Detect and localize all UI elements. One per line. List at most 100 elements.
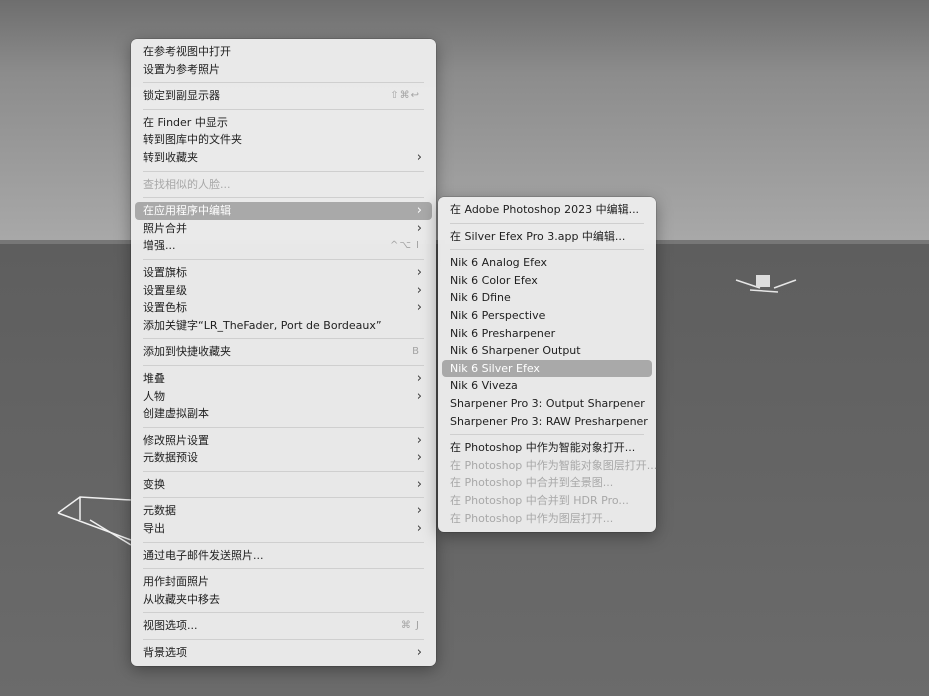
menu-item-4-2[interactable]: 增强... ^⌥ I xyxy=(135,237,432,255)
menu-item-label: 照片合并 xyxy=(143,221,187,235)
shortcut-hint: ⌘ J xyxy=(400,620,420,632)
submenu-item-2-0[interactable]: Nik 6 Analog Efex xyxy=(442,254,652,272)
submenu-item-label: 在 Silver Efex Pro 3.app 中编辑... xyxy=(450,229,626,243)
submenu-item-3-1: 在 Photoshop 中作为智能对象图层打开... xyxy=(442,457,657,475)
menu-item-label: 导出 xyxy=(143,522,165,536)
submenu-item-1-0[interactable]: 在 Silver Efex Pro 3.app 中编辑... xyxy=(442,228,652,246)
menu-item-10-1[interactable]: 导出 › xyxy=(135,520,432,538)
submenu-item-label: Nik 6 Perspective xyxy=(450,308,546,322)
chevron-right-icon: › xyxy=(416,388,422,404)
menu-item-label: 通过电子邮件发送照片... xyxy=(143,548,264,562)
menu-item-4-0[interactable]: 在应用程序中编辑 › xyxy=(135,202,432,220)
submenu-item-2-8[interactable]: Sharpener Pro 3: Output Sharpener xyxy=(442,395,652,413)
submenu-item-label: Nik 6 Dfine xyxy=(450,291,511,305)
menu-item-label: 增强... xyxy=(143,239,176,253)
menu-item-5-3[interactable]: 添加关键字“LR_TheFader, Port de Bordeaux” xyxy=(135,317,432,335)
menu-item-label: 锁定到副显示器 xyxy=(143,89,220,103)
menu-separator xyxy=(143,170,424,172)
menu-item-14-0[interactable]: 背景选项 › xyxy=(135,644,432,662)
submenu-item-label: Nik 6 Color Efex xyxy=(450,273,538,287)
menu-item-7-0[interactable]: 堆叠 › xyxy=(135,370,432,388)
submenu-item-2-1[interactable]: Nik 6 Color Efex xyxy=(442,272,652,290)
chevron-right-icon: › xyxy=(416,300,422,316)
menu-item-5-0[interactable]: 设置旗标 › xyxy=(135,264,432,282)
menu-item-2-0[interactable]: 在 Finder 中显示 xyxy=(135,114,432,132)
menu-item-label: 在参考视图中打开 xyxy=(143,45,231,58)
submenu-item-label: Nik 6 Viveza xyxy=(450,379,518,393)
menu-item-10-0[interactable]: 元数据 › xyxy=(135,502,432,520)
submenu-item-label: Nik 6 Silver Efex xyxy=(450,361,540,375)
chevron-right-icon: › xyxy=(416,149,422,165)
submenu-item-label: 在 Photoshop 中合并到全景图... xyxy=(450,476,614,490)
menu-item-label: 设置色标 xyxy=(143,301,187,315)
menu-separator xyxy=(143,426,424,428)
menu-separator xyxy=(143,612,424,614)
submenu-item-label: Nik 6 Presharpener xyxy=(450,326,556,340)
menu-item-label: 设置为参考照片 xyxy=(143,62,220,76)
menu-item-7-2[interactable]: 创建虚拟副本 xyxy=(135,405,432,423)
menu-item-label: 背景选项 xyxy=(143,646,187,660)
submenu-item-2-5[interactable]: Nik 6 Sharpener Output xyxy=(442,342,652,360)
submenu-item-2-2[interactable]: Nik 6 Dfine xyxy=(442,289,652,307)
submenu-item-2-3[interactable]: Nik 6 Perspective xyxy=(442,307,652,325)
menu-item-13-0[interactable]: 视图选项... ⌘ J xyxy=(135,617,432,635)
submenu-item-label: 在 Photoshop 中合并到 HDR Pro... xyxy=(450,493,629,507)
shortcut-hint: ^⌥ I xyxy=(389,240,420,252)
submenu-item-label: 在 Adobe Photoshop 2023 中编辑... xyxy=(450,203,640,216)
menu-item-8-0[interactable]: 修改照片设置 › xyxy=(135,432,432,450)
shortcut-hint: ⇧⌘↩ xyxy=(390,90,420,102)
menu-item-label: 变换 xyxy=(143,477,165,491)
submenu-item-2-4[interactable]: Nik 6 Presharpener xyxy=(442,325,652,343)
menu-item-label: 在应用程序中编辑 xyxy=(143,204,231,218)
menu-item-0-0[interactable]: 在参考视图中打开 xyxy=(135,43,432,61)
menu-item-6-0[interactable]: 添加到快捷收藏夹 B xyxy=(135,343,432,361)
menu-item-2-2[interactable]: 转到收藏夹 › xyxy=(135,149,432,167)
shortcut-hint: B xyxy=(412,346,420,358)
submenu-item-label: 在 Photoshop 中作为图层打开... xyxy=(450,511,614,525)
menu-item-8-1[interactable]: 元数据预设 › xyxy=(135,449,432,467)
chevron-right-icon: › xyxy=(416,450,422,466)
chevron-right-icon: › xyxy=(416,370,422,386)
chevron-right-icon: › xyxy=(416,264,422,280)
menu-item-label: 视图选项... xyxy=(143,619,198,633)
menu-separator xyxy=(143,639,424,641)
menu-separator xyxy=(143,197,424,199)
menu-separator xyxy=(143,258,424,260)
menu-item-label: 设置旗标 xyxy=(143,265,187,279)
menu-item-label: 添加关键字“LR_TheFader, Port de Bordeaux” xyxy=(143,318,382,332)
menu-item-label: 元数据 xyxy=(143,504,176,518)
menu-item-label: 添加到快捷收藏夹 xyxy=(143,345,231,359)
chevron-right-icon: › xyxy=(416,432,422,448)
submenu-item-3-0[interactable]: 在 Photoshop 中作为智能对象打开... xyxy=(442,439,652,457)
submenu-item-2-9[interactable]: Sharpener Pro 3: RAW Presharpener xyxy=(442,413,652,431)
menu-item-7-1[interactable]: 人物 › xyxy=(135,388,432,406)
menu-item-label: 修改照片设置 xyxy=(143,433,209,447)
menu-item-12-0[interactable]: 用作封面照片 xyxy=(135,573,432,591)
edit-in-submenu: 在 Adobe Photoshop 2023 中编辑... 在 Silver Ef… xyxy=(438,197,657,532)
menu-item-5-2[interactable]: 设置色标 › xyxy=(135,299,432,317)
menu-item-2-1[interactable]: 转到图库中的文件夹 xyxy=(135,131,432,149)
menu-item-12-1[interactable]: 从收藏夹中移去 xyxy=(135,591,432,609)
menu-item-11-0[interactable]: 通过电子邮件发送照片... xyxy=(135,547,432,565)
submenu-item-3-3: 在 Photoshop 中合并到 HDR Pro... xyxy=(442,492,652,510)
menu-item-label: 设置星级 xyxy=(143,283,187,297)
menu-item-9-0[interactable]: 变换 › xyxy=(135,476,432,494)
menu-item-0-1[interactable]: 设置为参考照片 xyxy=(135,61,432,79)
chevron-right-icon: › xyxy=(416,203,422,219)
submenu-item-3-4: 在 Photoshop 中作为图层打开... xyxy=(442,510,652,528)
submenu-separator xyxy=(450,249,644,251)
menu-item-4-1[interactable]: 照片合并 › xyxy=(135,220,432,238)
submenu-item-label: Sharpener Pro 3: Output Sharpener xyxy=(450,396,645,410)
menu-item-5-1[interactable]: 设置星级 › xyxy=(135,282,432,300)
menu-item-label: 用作封面照片 xyxy=(143,575,209,589)
submenu-item-2-6[interactable]: Nik 6 Silver Efex xyxy=(442,359,652,378)
submenu-item-label: Nik 6 Analog Efex xyxy=(450,256,548,270)
menu-item-1-0[interactable]: 锁定到副显示器 ⇧⌘↩ xyxy=(135,87,432,105)
submenu-separator xyxy=(450,222,644,224)
submenu-item-0-0[interactable]: 在 Adobe Photoshop 2023 中编辑... xyxy=(442,201,652,219)
submenu-item-2-7[interactable]: Nik 6 Viveza xyxy=(442,377,652,395)
menu-item-label: 转到收藏夹 xyxy=(143,150,198,164)
submenu-item-label: Nik 6 Sharpener Output xyxy=(450,344,581,358)
submenu-item-3-2: 在 Photoshop 中合并到全景图... xyxy=(442,474,652,492)
menu-item-label: 转到图库中的文件夹 xyxy=(143,133,242,147)
